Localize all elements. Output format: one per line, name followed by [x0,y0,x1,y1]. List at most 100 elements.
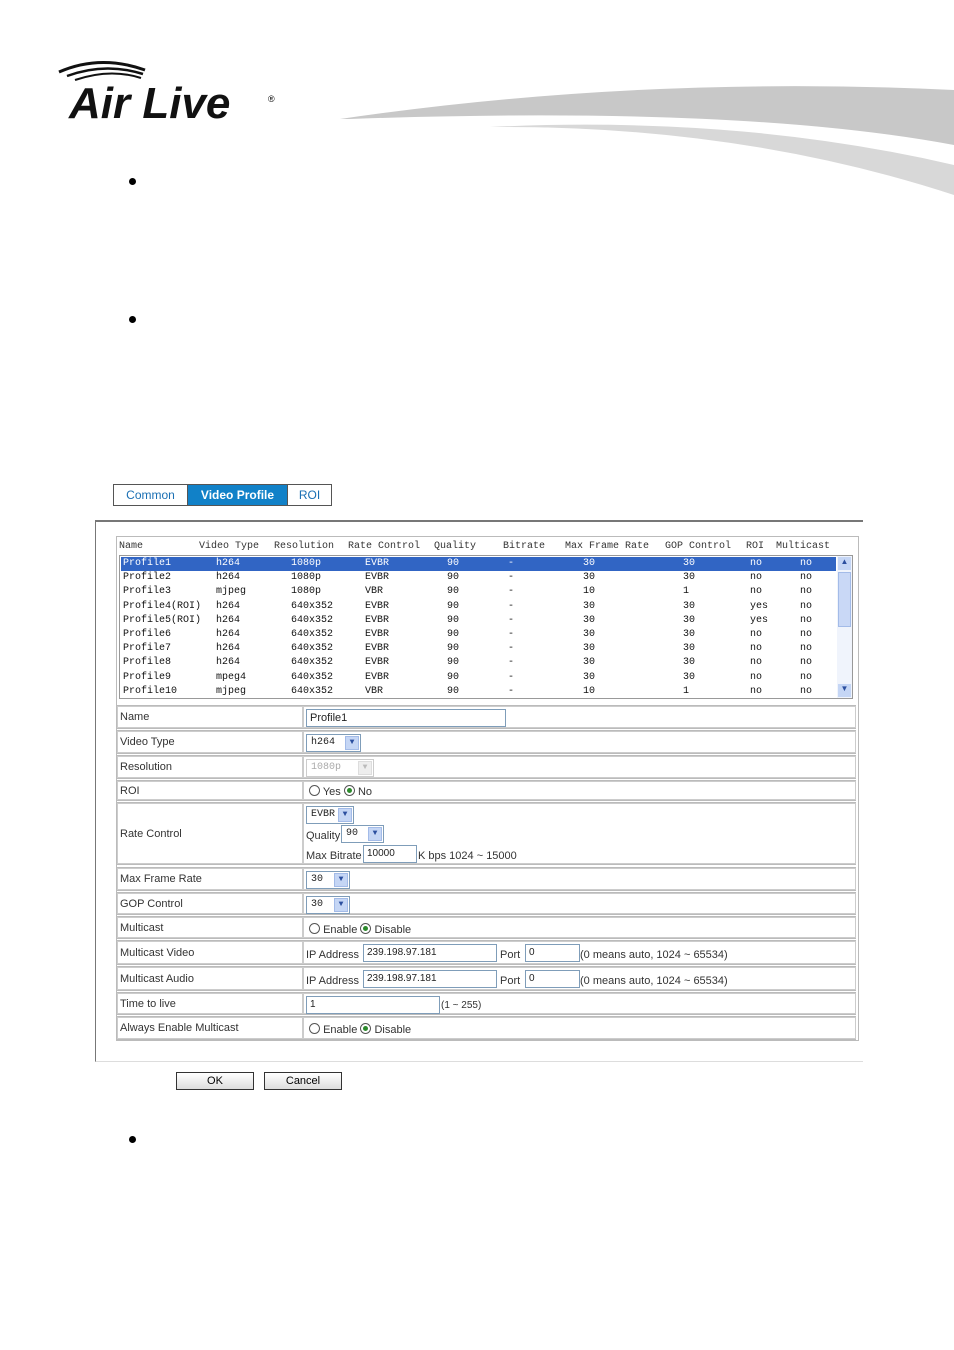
multicast-enable-radio[interactable] [309,923,320,934]
roi-yes-radio[interactable] [309,785,320,796]
cell-max-frame-rate: 30 [583,657,596,669]
table-row[interactable]: Profile5(ROI) h264 640x352 EVBR 90 - 30 30 yes no [121,614,836,628]
scroll-thumb[interactable] [838,572,851,627]
tab-video-profile[interactable]: Video Profile [187,484,288,506]
cell-multicast: no [800,629,813,640]
max-frame-rate-select[interactable]: 30 ▼ [306,871,350,889]
cell-roi: no [750,558,763,569]
cell-gop-control: 30 [683,657,696,669]
cell-bitrate: - [508,558,515,569]
ok-button[interactable]: OK [176,1072,254,1090]
ma-ip-label: IP Address [306,975,359,987]
cell-rate-control: VBR [365,586,384,598]
cell-video-type: h264 [216,600,241,612]
rate-control-row: Rate Control EVBR ▼ Quality 90 ▼ Max Bitra… [117,802,856,865]
svg-text:Air Live: Air Live [68,79,230,126]
gop-control-select[interactable]: 30 ▼ [306,896,350,914]
cell-rate-control: EVBR [365,643,390,655]
col-video-type: Video Type [199,541,260,552]
table-row[interactable]: Profile4(ROI) h264 640x352 EVBR 90 - 30 30 yes no [121,600,836,614]
cell-resolution: 1080p [291,586,322,598]
table-row[interactable]: Profile2 h264 1080p EVBR 90 - 30 30 no no [121,571,836,585]
rate-control-value: EVBR [311,809,336,820]
cell-roi: yes [750,614,769,626]
cell-name: Profile3 [123,586,172,598]
chevron-down-icon: ▼ [334,898,348,912]
ttl-input[interactable]: 1 [306,996,440,1014]
gop-control-label: GOP Control [117,893,303,914]
resolution-value: 1080p [311,762,342,773]
cell-quality: 90 [447,558,460,569]
cell-multicast: no [800,685,813,697]
cell-quality: 90 [447,586,460,598]
max-bitrate-label: Max Bitrate [306,850,362,862]
table-row[interactable]: Profile6 h264 640x352 EVBR 90 - 30 30 no no [121,628,836,642]
cell-multicast: no [800,600,813,612]
cell-quality: 90 [447,614,460,626]
cell-name: Profile7 [123,643,172,655]
ma-port-input[interactable]: 0 [525,970,580,988]
table-row[interactable]: Profile8 h264 640x352 EVBR 90 - 30 30 no no [121,656,836,670]
col-multicast: Multicast [776,541,831,552]
cell-multicast: no [800,614,813,626]
max-frame-rate-value: 30 [311,874,324,885]
list-scrollbar[interactable]: ▲ ▼ [837,556,852,698]
cell-name: Profile1 [123,558,172,569]
cell-roi: no [750,685,763,697]
cell-video-type: h264 [216,629,241,640]
cell-resolution: 640x352 [291,657,334,669]
cell-roi: no [750,657,763,669]
tab-common[interactable]: Common [113,484,188,506]
cell-roi: no [750,671,763,683]
cell-resolution: 640x352 [291,600,334,612]
resolution-select[interactable]: 1080p ▼ [306,759,374,777]
mv-ip-label: IP Address [306,949,359,961]
quality-select[interactable]: 90 ▼ [341,825,384,843]
cell-video-type: mjpeg [216,586,247,598]
cell-name: Profile8 [123,657,172,669]
table-row[interactable]: Profile10 mjpeg 640x352 VBR 90 - 10 1 no no [121,685,836,699]
cell-gop-control: 30 [683,614,696,626]
cell-gop-control: 30 [683,572,696,584]
ma-ip-input[interactable]: 239.198.97.181 [363,970,497,988]
cell-quality: 90 [447,600,460,612]
always-enable-radio[interactable] [309,1023,320,1034]
cell-resolution: 640x352 [291,671,334,683]
max-frame-rate-row: Max Frame Rate 30 ▼ [117,867,856,891]
multicast-disable-radio[interactable] [360,923,372,934]
cell-quality: 90 [447,685,460,697]
tab-roi[interactable]: ROI [287,484,332,506]
header-swoosh [340,86,954,195]
roi-no-radio[interactable] [343,785,355,796]
cell-rate-control: VBR [365,685,384,697]
cell-quality: 90 [447,657,460,669]
cell-quality: 90 [447,629,460,640]
scroll-up-icon[interactable]: ▲ [838,557,851,570]
rate-control-select[interactable]: EVBR ▼ [306,806,354,824]
table-row[interactable]: Profile3 mjpeg 1080p VBR 90 - 10 1 no no [121,585,836,599]
video-type-select[interactable]: h264 ▼ [306,734,361,752]
scroll-down-icon[interactable]: ▼ [838,684,851,697]
resolution-row: Resolution 1080p ▼ [117,755,856,779]
mv-ip-input[interactable]: 239.198.97.181 [363,944,497,962]
name-input[interactable]: Profile1 [306,709,506,727]
always-disable-radio[interactable] [360,1023,372,1034]
cell-name: Profile10 [123,685,178,697]
cell-bitrate: - [508,671,515,683]
cell-resolution: 1080p [291,558,322,569]
table-row[interactable]: Profile9 mpeg4 640x352 EVBR 90 - 30 30 no no [121,671,836,685]
table-row[interactable]: Profile1 h264 1080p EVBR 90 - 30 30 no no [121,557,836,571]
cell-roi: no [750,586,763,598]
roi-no-label: No [357,786,372,798]
video-type-value: h264 [311,737,336,748]
cell-video-type: mpeg4 [216,671,247,683]
mv-port-input[interactable]: 0 [525,944,580,962]
cell-bitrate: - [508,643,515,655]
cell-name: Profile4(ROI) [123,600,202,612]
cancel-button[interactable]: Cancel [264,1072,342,1090]
table-row[interactable]: Profile7 h264 640x352 EVBR 90 - 30 30 no no [121,642,836,656]
cell-max-frame-rate: 10 [583,586,596,598]
max-bitrate-input[interactable]: 10000 [363,845,417,863]
cell-max-frame-rate: 30 [583,600,596,612]
resolution-label: Resolution [117,756,303,778]
